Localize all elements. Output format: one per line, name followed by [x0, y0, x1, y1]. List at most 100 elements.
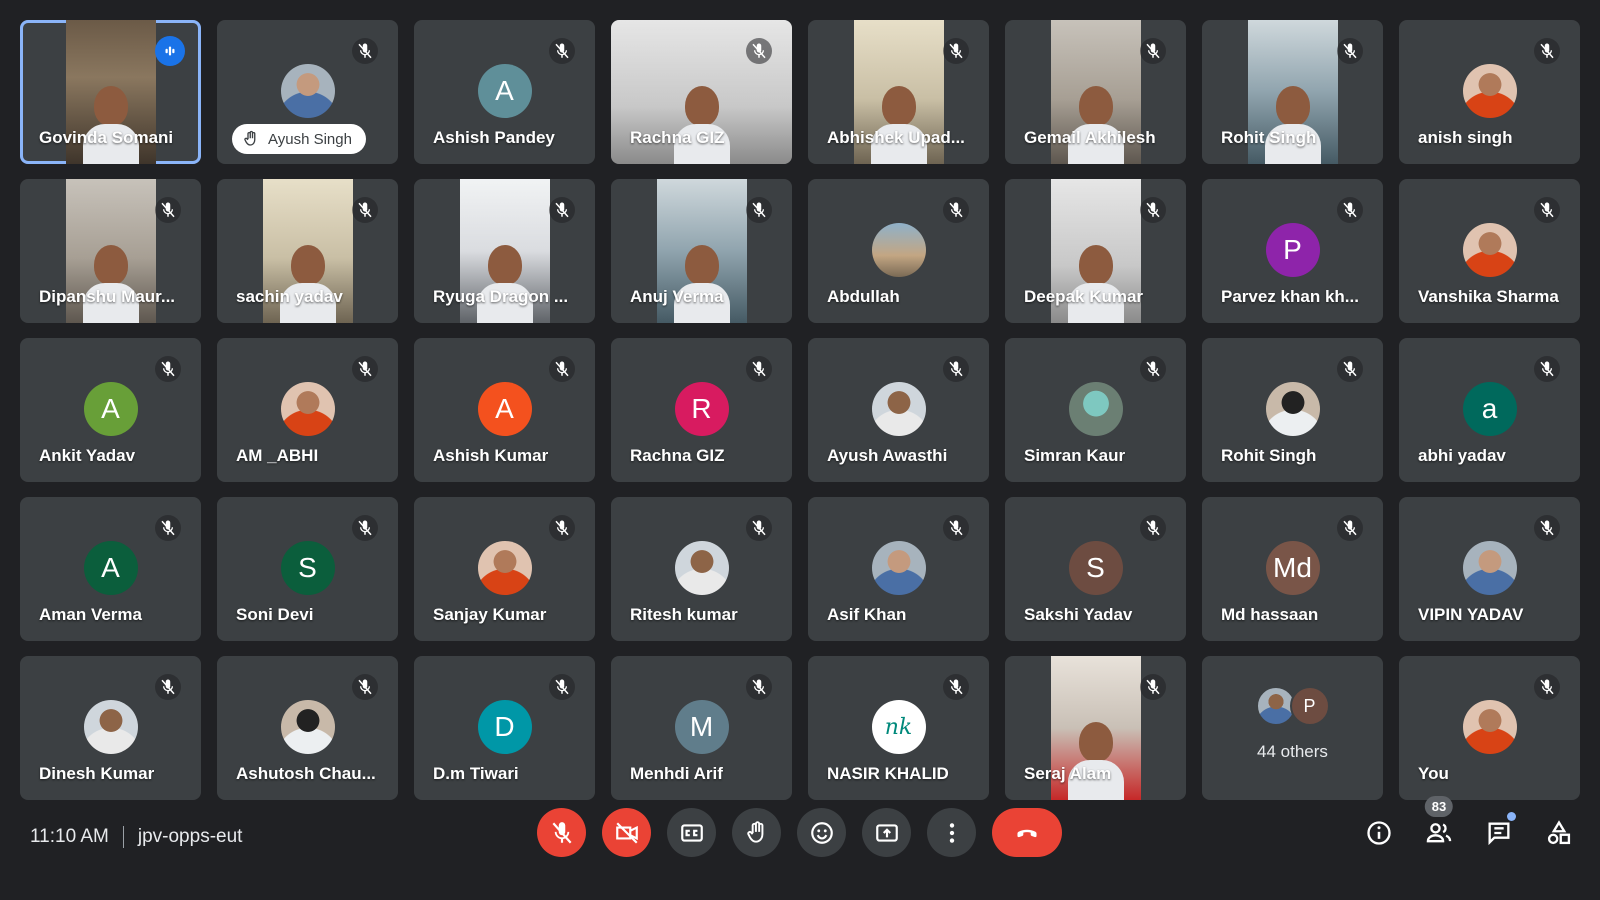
- participant-name: NASIR KHALID: [827, 764, 949, 783]
- participant-tile[interactable]: R Rachna GIZ: [611, 338, 792, 482]
- end-call-icon: [1017, 829, 1037, 837]
- participant-tile[interactable]: D D.m Tiwari: [414, 656, 595, 800]
- mic-muted-indicator: [155, 356, 181, 382]
- participant-tile[interactable]: AM _ABHI: [217, 338, 398, 482]
- activities-button[interactable]: [1538, 808, 1580, 857]
- captions-button[interactable]: [667, 808, 716, 857]
- avatar: [1462, 223, 1517, 277]
- video-person: [673, 245, 730, 323]
- participant-tile[interactable]: Asif Khan: [808, 497, 989, 641]
- chat-button[interactable]: [1478, 808, 1520, 857]
- participant-name: Parvez khan kh...: [1221, 287, 1359, 306]
- participant-tile[interactable]: Rachna GIZ: [611, 20, 792, 164]
- participant-name: Ashutosh Chau...: [236, 764, 376, 783]
- participant-tile[interactable]: P 44 others: [1202, 656, 1383, 800]
- video-person: [82, 245, 139, 323]
- mic-muted-indicator: [1534, 515, 1560, 541]
- participant-name: Ryuga Dragon ...: [433, 287, 569, 306]
- participant-name: Asif Khan: [827, 605, 907, 624]
- participant-tile[interactable]: Gemail Akhilesh: [1005, 20, 1186, 164]
- participant-tile[interactable]: VIPIN YADAV: [1399, 497, 1580, 641]
- participant-tile[interactable]: Ayush Singh: [217, 20, 398, 164]
- meeting-info: 11:10 AM jpv-opps-eut: [30, 826, 242, 848]
- mic-muted-indicator: [352, 515, 378, 541]
- chat-icon: [1488, 822, 1510, 845]
- participant-tile[interactable]: S Sakshi Yadav: [1005, 497, 1186, 641]
- participant-tile[interactable]: M Menhdi Arif: [611, 656, 792, 800]
- initial-avatar: a: [1462, 382, 1517, 436]
- mic-muted-indicator: [943, 515, 969, 541]
- participant-tile[interactable]: Abhishek Upad...: [808, 20, 989, 164]
- mic-off-icon: [1540, 520, 1554, 536]
- mic-muted-indicator: [746, 356, 772, 382]
- participant-tile[interactable]: Govinda Somani: [20, 20, 201, 164]
- participant-tile[interactable]: Simran Kaur: [1005, 338, 1186, 482]
- participant-tile[interactable]: Abdullah: [808, 179, 989, 323]
- call-controls: [537, 808, 1062, 857]
- participant-tile[interactable]: S Soni Devi: [217, 497, 398, 641]
- participant-name: Rachna GIZ: [630, 128, 725, 147]
- participant-tile[interactable]: A Ankit Yadav: [20, 338, 201, 482]
- participant-tile[interactable]: Sanjay Kumar: [414, 497, 595, 641]
- avatar: [1462, 541, 1517, 595]
- meeting-code[interactable]: jpv-opps-eut: [138, 826, 243, 848]
- participant-tile[interactable]: Ritesh kumar: [611, 497, 792, 641]
- captions-icon: [680, 823, 703, 842]
- initial-avatar: A: [477, 64, 532, 118]
- participant-tile[interactable]: sachin yadav: [217, 179, 398, 323]
- participant-tile[interactable]: P Parvez khan kh...: [1202, 179, 1383, 323]
- avatar: [1462, 64, 1517, 118]
- avatar: [280, 700, 335, 754]
- participant-tile[interactable]: Anuj Verma: [611, 179, 792, 323]
- participant-name: Md hassaan: [1221, 605, 1319, 624]
- participant-name: Sakshi Yadav: [1024, 605, 1133, 624]
- participant-tile[interactable]: A Aman Verma: [20, 497, 201, 641]
- people-button[interactable]: 83: [1418, 796, 1460, 857]
- participant-tile[interactable]: Rohit Singh: [1202, 338, 1383, 482]
- mic-muted-indicator: [1337, 356, 1363, 382]
- mic-off-icon: [1146, 361, 1160, 377]
- end-call-button[interactable]: [992, 808, 1062, 857]
- present-screen-button[interactable]: [862, 808, 911, 857]
- participant-tile[interactable]: Dinesh Kumar: [20, 656, 201, 800]
- participant-tile[interactable]: Ayush Awasthi: [808, 338, 989, 482]
- participant-tile[interactable]: Ryuga Dragon ...: [414, 179, 595, 323]
- participant-tile[interactable]: Seraj Alam: [1005, 656, 1186, 800]
- participant-tile[interactable]: a abhi yadav: [1399, 338, 1580, 482]
- participant-tile[interactable]: A Ashish Kumar: [414, 338, 595, 482]
- mic-toggle-button[interactable]: [537, 808, 586, 857]
- more-options-button[interactable]: [927, 808, 976, 857]
- mic-off-icon: [555, 679, 569, 695]
- raise-hand-button[interactable]: [732, 808, 781, 857]
- participant-name: Abdullah: [827, 287, 900, 306]
- participant-tile[interactable]: Md Md hassaan: [1202, 497, 1383, 641]
- video-person: [1067, 86, 1124, 164]
- participant-tile[interactable]: anish singh: [1399, 20, 1580, 164]
- participant-name: Rachna GIZ: [630, 446, 725, 465]
- initial-avatar: P: [1289, 686, 1330, 726]
- mic-off-icon: [555, 361, 569, 377]
- video-person: [1067, 245, 1124, 323]
- participant-name: Ayush Singh: [268, 130, 352, 148]
- participant-name: sachin yadav: [236, 287, 343, 306]
- meeting-details-button[interactable]: [1358, 808, 1400, 857]
- participant-tile[interactable]: Vanshika Sharma: [1399, 179, 1580, 323]
- emoji-reaction-button[interactable]: [797, 808, 846, 857]
- participant-tile[interactable]: Deepak Kumar: [1005, 179, 1186, 323]
- side-panel-buttons: 83: [1358, 796, 1580, 857]
- camera-toggle-button[interactable]: [602, 808, 651, 857]
- participant-tile[interactable]: nk NASIR KHALID: [808, 656, 989, 800]
- participant-tile[interactable]: You: [1399, 656, 1580, 800]
- participant-tile[interactable]: Ashutosh Chau...: [217, 656, 398, 800]
- avatar: [1462, 700, 1517, 754]
- mic-muted-indicator: [943, 674, 969, 700]
- mic-off-icon: [1540, 361, 1554, 377]
- video-person: [1264, 86, 1321, 164]
- mic-muted-indicator: [352, 674, 378, 700]
- participant-tile[interactable]: Rohit Singh: [1202, 20, 1383, 164]
- people-icon: [1426, 822, 1452, 842]
- participant-tile[interactable]: A Ashish Pandey: [414, 20, 595, 164]
- participant-tile[interactable]: Dipanshu Maur...: [20, 179, 201, 323]
- mic-off-icon: [358, 520, 372, 536]
- mic-off-icon: [1343, 361, 1357, 377]
